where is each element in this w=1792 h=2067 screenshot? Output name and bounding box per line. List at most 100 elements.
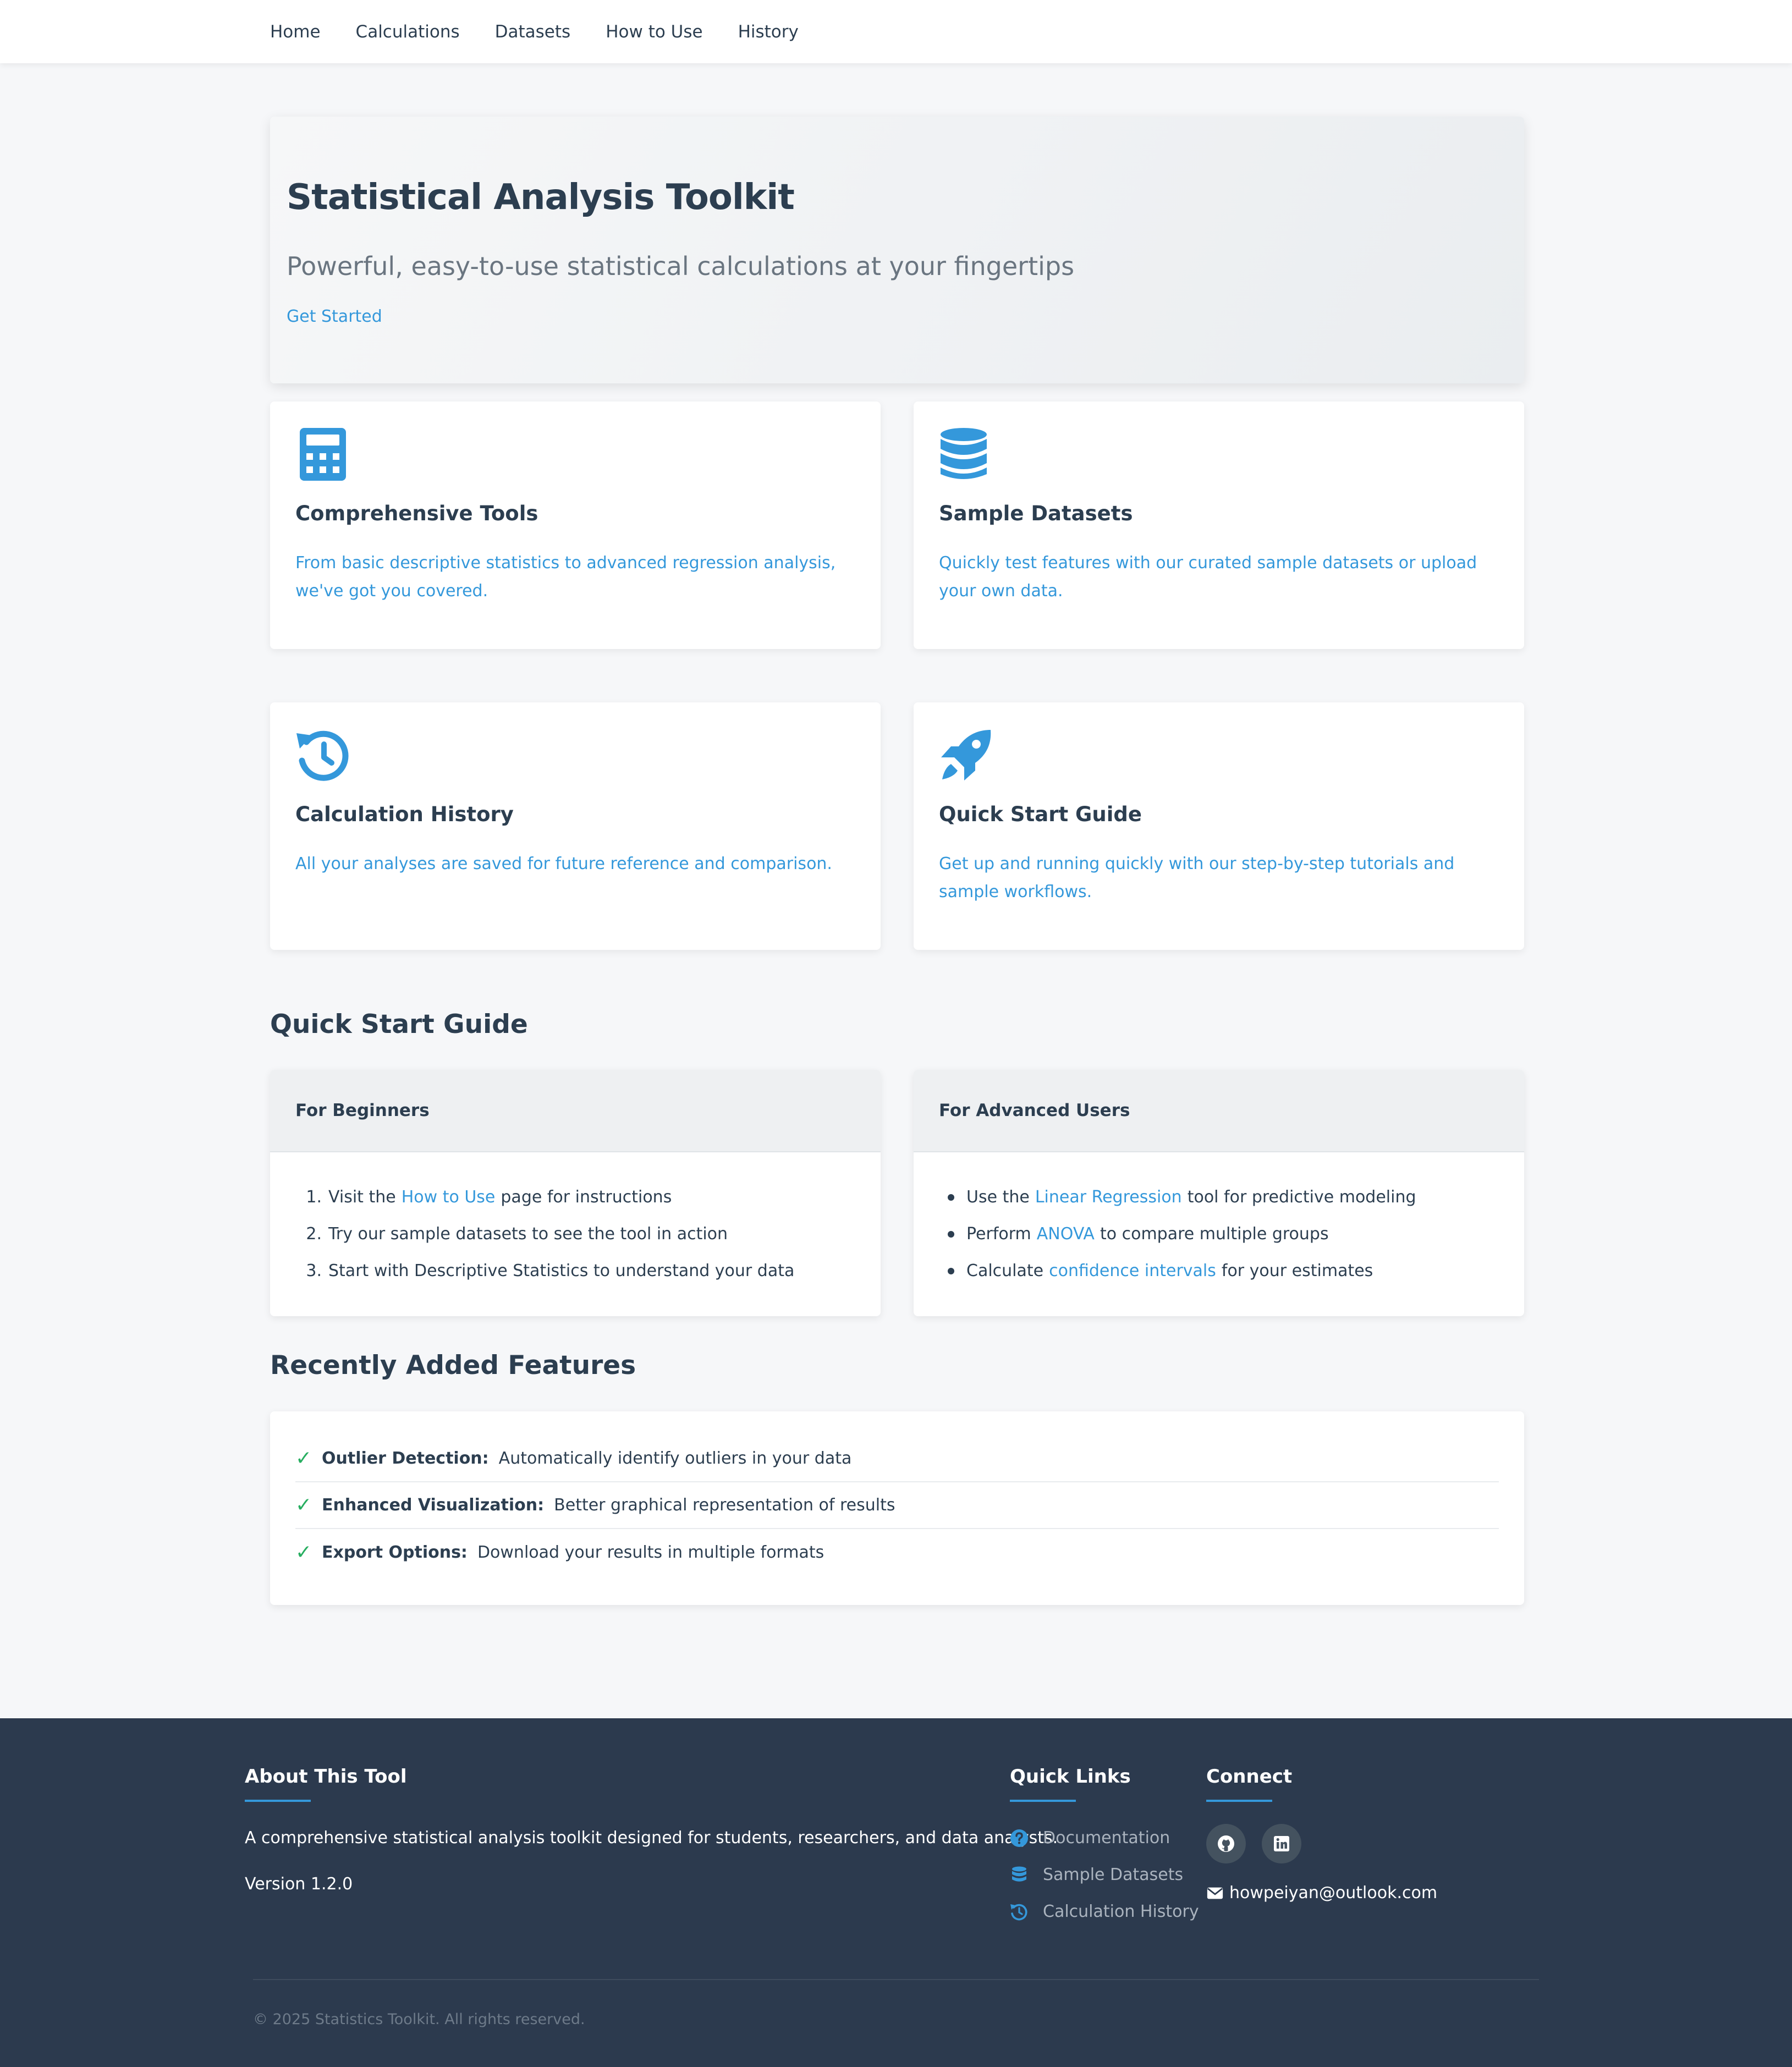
list-item: Perform ANOVA to compare multiple groups (939, 1216, 1416, 1252)
feature-card-history: Calculation History All your analyses ar… (270, 702, 881, 950)
footer-divider (253, 1979, 1539, 1980)
about-heading: About This Tool (245, 1766, 407, 1788)
envelope-icon (1207, 1887, 1223, 1899)
hero-subtitle: Powerful, easy-to-use statistical calcul… (287, 251, 1075, 281)
history-icon (1010, 1904, 1027, 1920)
heading-underline (1206, 1800, 1272, 1802)
nav-how-to-use-link[interactable]: How to Use (606, 22, 702, 42)
list-number: 3. (306, 1261, 322, 1280)
feature-name: Outlier Detection: (322, 1449, 489, 1468)
calculation-history-link[interactable]: Calculation History (1010, 1902, 1199, 1921)
card-text: All your analyses are saved for future r… (295, 854, 832, 873)
feature-name: Export Options: (322, 1543, 468, 1562)
feature-description: Download your results in multiple format… (477, 1543, 824, 1562)
card-text: Get up and running quickly with our step… (939, 854, 1455, 901)
question-circle-icon (1010, 1829, 1028, 1847)
beginners-panel-title: For Beginners (270, 1070, 881, 1152)
advanced-panel: For Advanced Users Use the Linear Regres… (914, 1070, 1524, 1316)
email-address: howpeiyan@outlook.com (1229, 1883, 1438, 1903)
anova-link[interactable]: ANOVA (1037, 1224, 1095, 1244)
heading-underline (1010, 1800, 1076, 1802)
list-number: 1. (306, 1188, 322, 1207)
list-text: Visit the (328, 1188, 396, 1207)
list-item: ✓ Outlier Detection: Automatically ident… (295, 1436, 1499, 1482)
list-text: Start with Descriptive Statistics to und… (328, 1261, 795, 1280)
feature-description: Automatically identify outliers in your … (498, 1449, 852, 1468)
database-icon (1012, 1866, 1026, 1882)
get-started-link[interactable]: Get Started (287, 307, 382, 326)
top-navbar: Home Calculations Datasets How to Use Hi… (0, 0, 1792, 63)
version-text: Version 1.2.0 (245, 1874, 353, 1894)
list-item: 2. Try our sample datasets to see the to… (295, 1216, 794, 1252)
feature-card-datasets: Sample Datasets Quickly test features wi… (914, 402, 1524, 649)
list-text: Perform (966, 1224, 1031, 1244)
quick-links-heading: Quick Links (1010, 1766, 1131, 1788)
nav-history-link[interactable]: History (738, 22, 799, 42)
card-title: Sample Datasets (939, 502, 1133, 525)
list-item: ✓ Export Options: Download your results … (295, 1529, 1499, 1576)
github-link[interactable] (1206, 1824, 1246, 1863)
feature-card-quickstart: Quick Start Guide Get up and running qui… (914, 702, 1524, 950)
copyright-text: © 2025 Statistics Toolkit. All rights re… (253, 2011, 585, 2028)
feature-card-tools: Comprehensive Tools From basic descripti… (270, 402, 881, 649)
list-text: Calculate (966, 1261, 1044, 1280)
list-text: page for instructions (501, 1188, 672, 1207)
list-text: to compare multiple groups (1100, 1224, 1329, 1244)
check-icon: ✓ (295, 1494, 312, 1516)
bullet-icon (948, 1230, 954, 1238)
quick-start-heading: Quick Start Guide (270, 1009, 528, 1040)
list-item: ✓ Enhanced Visualization: Better graphic… (295, 1482, 1499, 1529)
sample-datasets-link[interactable]: Sample Datasets (1010, 1865, 1183, 1884)
linkedin-link[interactable] (1262, 1824, 1301, 1863)
card-text: Quickly test features with our curated s… (939, 553, 1477, 601)
nav-links: Home Calculations Datasets How to Use Hi… (270, 0, 834, 63)
list-item: Use the Linear Regression tool for predi… (939, 1179, 1416, 1216)
bullet-icon (948, 1267, 954, 1274)
nav-calculations-link[interactable]: Calculations (356, 22, 460, 42)
recent-features-list: ✓ Outlier Detection: Automatically ident… (295, 1436, 1499, 1576)
card-title: Quick Start Guide (939, 802, 1142, 826)
history-icon (296, 730, 349, 781)
advanced-list: Use the Linear Regression tool for predi… (939, 1179, 1416, 1289)
database-icon (941, 428, 987, 479)
list-item: 1. Visit the How to Use page for instruc… (295, 1179, 794, 1216)
quick-link-label: Sample Datasets (1043, 1865, 1184, 1884)
site-footer: About This Tool A comprehensive statisti… (0, 1718, 1792, 2067)
email-contact[interactable]: howpeiyan@outlook.com (1206, 1883, 1437, 1903)
list-text: for your estimates (1221, 1261, 1373, 1280)
documentation-link[interactable]: Documentation (1010, 1828, 1170, 1848)
github-icon (1218, 1835, 1234, 1852)
linkedin-icon (1274, 1836, 1289, 1851)
hero-banner: Statistical Analysis Toolkit Powerful, e… (270, 117, 1524, 383)
about-text: A comprehensive statistical analysis too… (245, 1828, 1058, 1848)
linear-regression-link[interactable]: Linear Regression (1035, 1188, 1182, 1207)
how-to-use-link[interactable]: How to Use (402, 1188, 496, 1207)
list-text: Try our sample datasets to see the tool … (328, 1224, 728, 1244)
nav-home-link[interactable]: Home (270, 22, 321, 42)
list-item: Calculate confidence intervals for your … (939, 1252, 1416, 1289)
recent-features-heading: Recently Added Features (270, 1350, 636, 1381)
bullet-icon (948, 1194, 954, 1201)
connect-heading: Connect (1206, 1766, 1293, 1788)
confidence-intervals-link[interactable]: confidence intervals (1049, 1261, 1216, 1280)
nav-datasets-link[interactable]: Datasets (495, 22, 571, 42)
list-number: 2. (306, 1224, 322, 1244)
rocket-icon (941, 730, 991, 780)
calculator-icon (300, 428, 346, 481)
card-title: Comprehensive Tools (295, 502, 538, 525)
beginners-list: 1. Visit the How to Use page for instruc… (295, 1179, 794, 1289)
heading-underline (245, 1800, 311, 1802)
list-item: 3. Start with Descriptive Statistics to … (295, 1252, 794, 1289)
advanced-panel-title: For Advanced Users (914, 1070, 1524, 1152)
list-text: tool for predictive modeling (1187, 1188, 1416, 1207)
beginners-panel: For Beginners 1. Visit the How to Use pa… (270, 1070, 881, 1316)
quick-link-label: Documentation (1043, 1828, 1170, 1848)
card-text: From basic descriptive statistics to adv… (295, 553, 836, 601)
feature-description: Better graphical representation of resul… (554, 1496, 895, 1515)
card-title: Calculation History (295, 802, 514, 826)
check-icon: ✓ (295, 1447, 312, 1470)
quick-link-label: Calculation History (1043, 1902, 1199, 1921)
feature-name: Enhanced Visualization: (322, 1496, 545, 1515)
hero-title: Statistical Analysis Toolkit (287, 177, 795, 218)
list-text: Use the (966, 1188, 1030, 1207)
